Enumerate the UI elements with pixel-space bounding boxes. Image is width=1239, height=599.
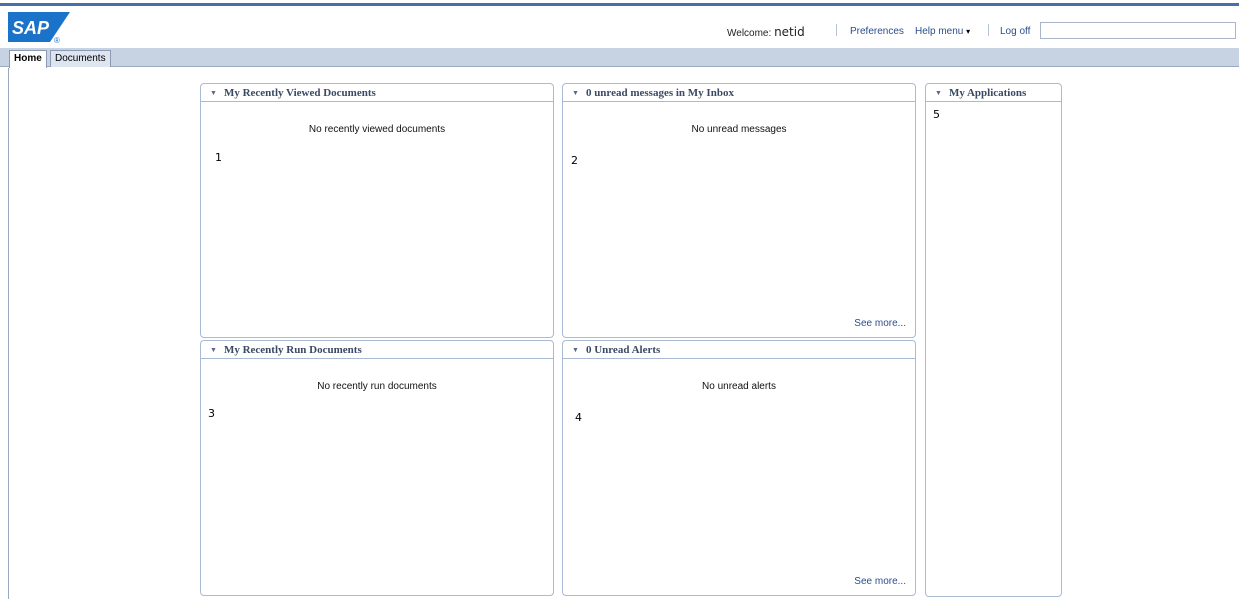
see-more-link[interactable]: See more... bbox=[854, 318, 906, 329]
tab-bar: Home Documents bbox=[0, 48, 1239, 68]
left-border bbox=[8, 68, 9, 599]
search-input[interactable] bbox=[1040, 22, 1236, 39]
triangle-down-icon[interactable]: ▼ bbox=[210, 341, 217, 359]
triangle-down-icon[interactable]: ▼ bbox=[935, 84, 942, 102]
panel-title: My Applications bbox=[948, 87, 1027, 99]
tab-home[interactable]: Home bbox=[9, 50, 47, 68]
triangle-down-icon[interactable]: ▼ bbox=[210, 84, 217, 102]
tab-documents[interactable]: Documents bbox=[50, 50, 111, 67]
empty-message: No unread alerts bbox=[702, 381, 776, 392]
panel-marker: 5 bbox=[933, 108, 940, 121]
panel-header[interactable]: ▼ 0 Unread Alerts bbox=[563, 341, 915, 359]
separator bbox=[988, 24, 989, 36]
help-menu-label: Help menu bbox=[915, 26, 964, 37]
user-id: netid bbox=[774, 25, 805, 39]
welcome-label: Welcome: bbox=[727, 28, 772, 39]
help-menu-button[interactable]: Help menu ▾ bbox=[915, 26, 970, 37]
header-links: Welcome: netid Preferences Help menu ▾ L… bbox=[0, 22, 1239, 42]
panel-title: 0 Unread Alerts bbox=[585, 344, 661, 356]
panel-header[interactable]: ▼ My Applications bbox=[926, 84, 1061, 102]
panel-title: My Recently Viewed Documents bbox=[223, 87, 376, 99]
top-accent-line bbox=[0, 3, 1239, 6]
see-more-link[interactable]: See more... bbox=[854, 576, 906, 587]
empty-message: No unread messages bbox=[691, 124, 787, 135]
panel-inbox: ▼ 0 unread messages in My Inbox No unread… bbox=[562, 83, 916, 338]
panel-marker: 2 bbox=[571, 154, 578, 167]
separator bbox=[836, 24, 837, 36]
panel-header[interactable]: ▼ My Recently Run Documents bbox=[201, 341, 553, 359]
panel-marker: 1 bbox=[215, 151, 222, 164]
empty-message: No recently viewed documents bbox=[308, 124, 446, 135]
welcome-text: Welcome: netid bbox=[727, 25, 805, 39]
panel-header[interactable]: ▼ My Recently Viewed Documents bbox=[201, 84, 553, 102]
panel-marker: 3 bbox=[208, 407, 215, 420]
panel-title: 0 unread messages in My Inbox bbox=[585, 87, 734, 99]
panel-alerts: ▼ 0 Unread Alerts No unread alerts 4 See … bbox=[562, 340, 916, 596]
empty-message: No recently run documents bbox=[317, 381, 437, 392]
triangle-down-icon[interactable]: ▼ bbox=[572, 341, 579, 359]
panel-applications: ▼ My Applications 5 bbox=[925, 83, 1062, 597]
panel-header[interactable]: ▼ 0 unread messages in My Inbox bbox=[563, 84, 915, 102]
triangle-down-icon[interactable]: ▼ bbox=[572, 84, 579, 102]
panel-title: My Recently Run Documents bbox=[223, 344, 362, 356]
caret-down-icon: ▾ bbox=[966, 27, 971, 36]
panel-marker: 4 bbox=[575, 411, 582, 424]
log-off-link[interactable]: Log off bbox=[1000, 26, 1030, 37]
panel-recently-viewed: ▼ My Recently Viewed Documents No recentl… bbox=[200, 83, 554, 338]
panel-recently-run: ▼ My Recently Run Documents No recently r… bbox=[200, 340, 554, 596]
preferences-link[interactable]: Preferences bbox=[850, 26, 904, 37]
